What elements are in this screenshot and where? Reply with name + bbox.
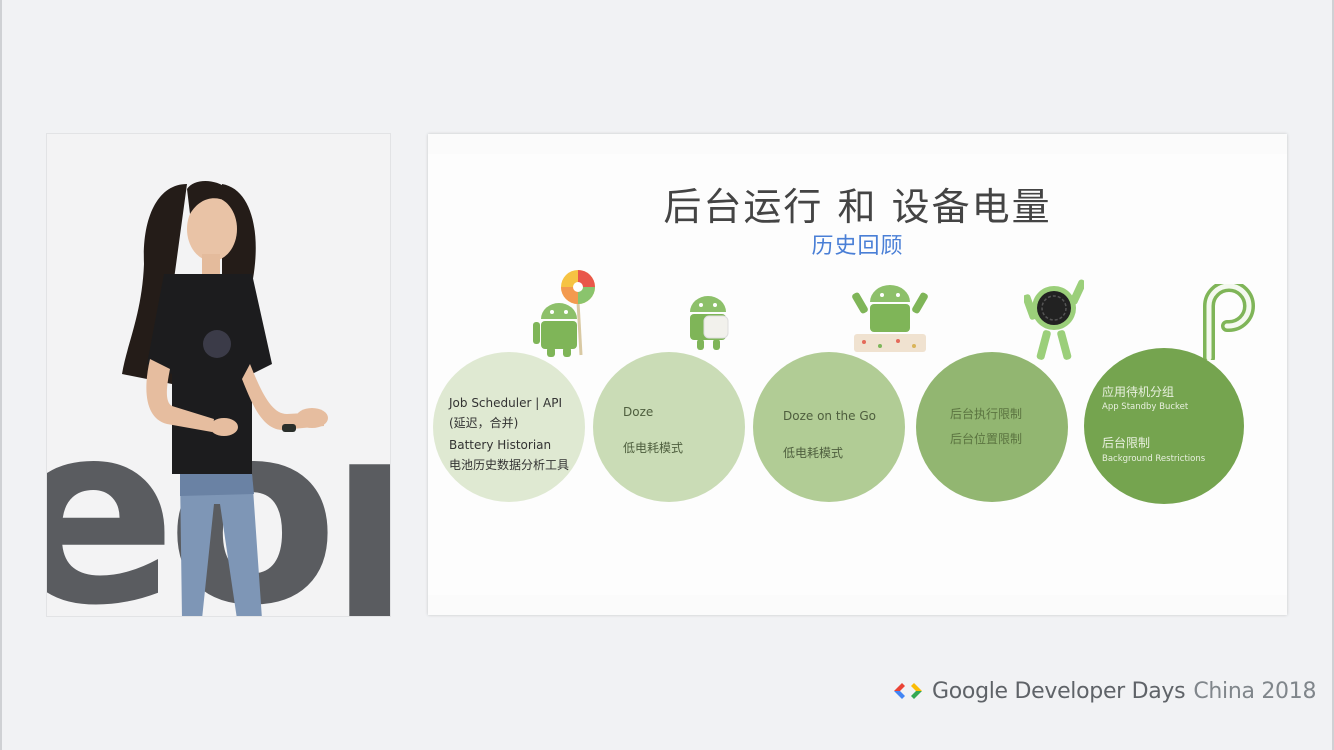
circle-text: 低电耗模式	[623, 441, 684, 455]
circle-text: 后台限制	[1102, 436, 1151, 450]
presentation-slide: 后台运行 和 设备电量 历史回顾 Job Scheduler | API (延迟…	[428, 134, 1287, 615]
circle-text: 应用待机分组	[1102, 385, 1175, 399]
circle-marshmallow: Doze 低电耗模式	[593, 352, 745, 502]
circle-pie: 应用待机分组 App Standby Bucket 后台限制 Backgroun…	[1084, 348, 1244, 504]
circle-nougat: Doze on the Go 低电耗模式	[753, 352, 905, 502]
android-p-logo-icon	[1203, 284, 1255, 360]
google-developers-logo-icon	[894, 683, 922, 699]
circle-text: 电池历史数据分析工具	[449, 458, 570, 472]
android-marshmallow-icon	[690, 296, 729, 350]
circle-text: App Standby Bucket	[1102, 402, 1189, 412]
circle-text: 低电耗模式	[783, 446, 844, 460]
frame-edge-left	[0, 0, 2, 750]
circle-oreo: 后台执行限制 后台位置限制	[916, 352, 1068, 502]
circle-lollipop: Job Scheduler | API (延迟，合并) Battery Hist…	[433, 352, 585, 502]
event-branding: Google Developer Days China 2018	[892, 676, 1316, 706]
circle-text: 后台位置限制	[950, 432, 1023, 446]
brand-event: China 2018	[1193, 678, 1317, 704]
android-oreo-icon	[1024, 279, 1084, 360]
android-lollipop-icon	[533, 270, 595, 357]
circle-text: Background Restrictions	[1102, 454, 1206, 464]
circle-text: Battery Historian	[449, 438, 552, 452]
brand-name: Google Developer Days	[932, 678, 1186, 704]
slide-subtitle: 历史回顾	[811, 234, 904, 259]
speaker-video-panel: eop	[47, 134, 390, 616]
circle-text: Job Scheduler | API	[449, 396, 563, 410]
circle-text: Doze on the Go	[783, 409, 876, 423]
slide-title: 后台运行 和 设备电量	[663, 185, 1052, 229]
speaker-figure	[122, 181, 328, 616]
circle-text: 后台执行限制	[950, 407, 1023, 421]
circle-text: Doze	[623, 405, 654, 419]
circle-text: (延迟，合并)	[449, 416, 519, 430]
android-nougat-icon	[852, 285, 928, 352]
